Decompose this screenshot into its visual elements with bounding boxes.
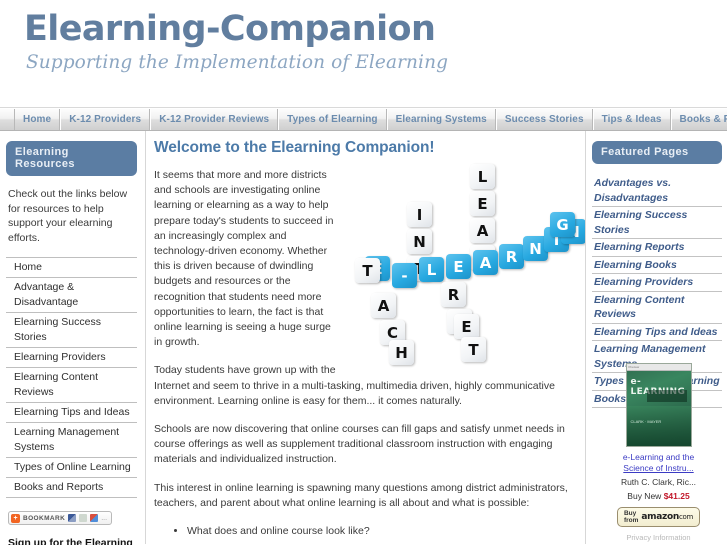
crossword-tile: A xyxy=(473,250,498,275)
sidebar-item-home[interactable]: Home xyxy=(6,257,137,278)
featured-item-tips-and-ideas[interactable]: Elearning Tips and Ideas xyxy=(592,324,722,341)
page-body: Elearning Resources Check out the links … xyxy=(0,131,727,545)
main-content: Welcome to the Elearning Companion! LEAR… xyxy=(146,131,585,544)
sidebar-item-advantage-disadvantage[interactable]: Advantage & Disadvantage xyxy=(6,278,137,313)
share-generic-icon[interactable] xyxy=(79,514,88,522)
sidebar-item-success-stories[interactable]: Elearning Success Stories xyxy=(6,313,137,348)
buy-button-text: Buy from xyxy=(624,510,638,524)
featured-item-providers[interactable]: Elearning Providers xyxy=(592,274,722,292)
crossword-tiles: LEARINTE-LEARNINGTACHRNET xyxy=(347,162,585,365)
ad-product-author: Ruth C. Clark, Ric... xyxy=(620,477,697,487)
featured-item-books[interactable]: Elearning Books xyxy=(592,257,722,274)
left-panel-title: Elearning Resources xyxy=(6,141,137,176)
nav-item-elearning-systems[interactable]: Elearning Systems xyxy=(386,109,496,130)
ad-price-label: Buy New xyxy=(627,491,662,501)
crossword-tile: - xyxy=(392,263,417,288)
crossword-tile: R xyxy=(499,244,524,269)
content-paragraph-4: This interest in online learning is spaw… xyxy=(154,481,568,509)
questions-list: What does and online course look like? W… xyxy=(154,524,575,544)
amazon-brand-suffix: com xyxy=(678,513,694,521)
amazon-logo: amazoncom xyxy=(641,512,693,522)
crossword-tile: L xyxy=(470,164,495,189)
featured-item-success-stories[interactable]: Elearning Success Stories xyxy=(592,207,722,239)
nav-item-k12-provider-reviews[interactable]: K-12 Provider Reviews xyxy=(150,109,279,130)
crossword-tile: R xyxy=(441,282,466,307)
ad-privacy-link[interactable]: Privacy Information xyxy=(592,533,725,542)
content-paragraph-2: Today students have grown up with the In… xyxy=(154,364,555,407)
site-header: Elearning-Companion Supporting the Imple… xyxy=(0,0,727,108)
crossword-tile: G xyxy=(550,212,575,237)
amazon-product-ad: Preview e-LEARNING CLARK · MAYER e-Learn… xyxy=(592,363,725,542)
cover-author: CLARK · MAYER xyxy=(630,419,662,424)
crossword-tile: T xyxy=(461,337,486,362)
site-title: Elearning-Companion xyxy=(24,9,436,49)
crossword-tile: L xyxy=(419,257,444,282)
nav-item-home[interactable]: Home xyxy=(14,109,61,130)
sidebar-item-providers[interactable]: Elearning Providers xyxy=(6,348,137,368)
share-more-icon[interactable]: ... xyxy=(101,515,107,522)
left-sidebar: Elearning Resources Check out the links … xyxy=(0,131,146,545)
nav-item-success-stories[interactable]: Success Stories xyxy=(495,109,593,130)
sidebar-item-books-and-reports[interactable]: Books and Reports xyxy=(6,478,137,498)
share-rss-icon[interactable] xyxy=(90,514,99,522)
cover-topbar: Preview xyxy=(626,364,691,371)
buy-line2: from xyxy=(623,517,639,524)
right-panel-title: Featured Pages xyxy=(592,141,722,164)
sidebar-item-learning-management-systems[interactable]: Learning Management Systems xyxy=(6,423,137,458)
crossword-tile: T xyxy=(355,258,380,283)
featured-item-advantages-vs-disadvantages[interactable]: Advantages vs. Disadvantages xyxy=(592,175,722,207)
right-sidebar: Featured Pages Advantages vs. Disadvanta… xyxy=(585,131,727,544)
site-logo[interactable]: Elearning-Companion Supporting the Imple… xyxy=(24,8,448,75)
nav-item-types-of-elearning[interactable]: Types of Elearning xyxy=(278,109,387,130)
buy-line1: Buy xyxy=(623,510,637,517)
main-navigation: Home K-12 Providers K-12 Provider Review… xyxy=(0,108,727,131)
cover-photo xyxy=(626,406,691,446)
crossword-tile: A xyxy=(371,293,396,318)
crossword-tile: I xyxy=(407,202,432,227)
bookmark-label: BOOKMARK xyxy=(23,514,66,522)
resource-link-list: Home Advantage & Disadvantage Elearning … xyxy=(6,257,137,498)
ad-product-title[interactable]: e-Learning and the Science of Instru... xyxy=(592,452,725,474)
crossword-tile: E xyxy=(446,254,471,279)
book-cover-image[interactable]: Preview e-LEARNING CLARK · MAYER xyxy=(625,363,692,447)
sidebar-item-types-of-online-learning[interactable]: Types of Online Learning xyxy=(6,458,137,478)
ad-price-value: $41.25 xyxy=(663,491,690,501)
page-root: Elearning-Companion Supporting the Imple… xyxy=(0,0,727,545)
share-facebook-icon[interactable] xyxy=(68,514,77,522)
sidebar-item-content-reviews[interactable]: Elearning Content Reviews xyxy=(6,368,137,403)
site-tagline: Supporting the Implementation of Elearni… xyxy=(26,52,449,73)
elearning-crossword-image: LEARINTE-LEARNINGTACHRNET xyxy=(347,162,585,365)
sidebar-item-tips-and-ideas[interactable]: Elearning Tips and Ideas xyxy=(6,403,137,423)
crossword-tile: E xyxy=(470,191,495,216)
crossword-tile: A xyxy=(470,218,495,243)
crossword-tile: H xyxy=(389,340,414,365)
nav-item-k12-providers[interactable]: K-12 Providers xyxy=(60,109,151,130)
content-paragraph-3: Schools are now discovering that online … xyxy=(154,423,565,466)
amazon-brand: amazon xyxy=(641,512,679,522)
left-sidebar-blurb: Check out the links below for resources … xyxy=(8,188,128,244)
cover-subtitle-block xyxy=(646,390,687,402)
crossword-tile: E xyxy=(454,314,479,339)
crossword-tile: N xyxy=(407,229,432,254)
buy-from-amazon-button[interactable]: Buy from amazoncom xyxy=(616,507,701,527)
nav-item-books-and-reports[interactable]: Books & Reports xyxy=(670,109,727,130)
ad-title-line2: Science of Instru... xyxy=(623,463,694,473)
newsletter-heading: Sign up for the Elearning Companion News… xyxy=(8,537,133,545)
ad-price-row: Buy New $41.25 xyxy=(592,491,725,502)
bookmark-share-widget[interactable]: + BOOKMARK ... xyxy=(8,511,113,525)
featured-item-reports[interactable]: Elearning Reports xyxy=(592,239,722,257)
page-title: Welcome to the Elearning Companion! xyxy=(154,139,435,156)
list-item: What does and online course look like? xyxy=(187,524,575,539)
nav-item-tips-and-ideas[interactable]: Tips & Ideas xyxy=(592,109,671,130)
ad-title-line1: e-Learning and the xyxy=(622,452,695,462)
bookmark-plus-icon: + xyxy=(11,513,20,523)
featured-item-content-reviews[interactable]: Elearning Content Reviews xyxy=(592,292,722,324)
